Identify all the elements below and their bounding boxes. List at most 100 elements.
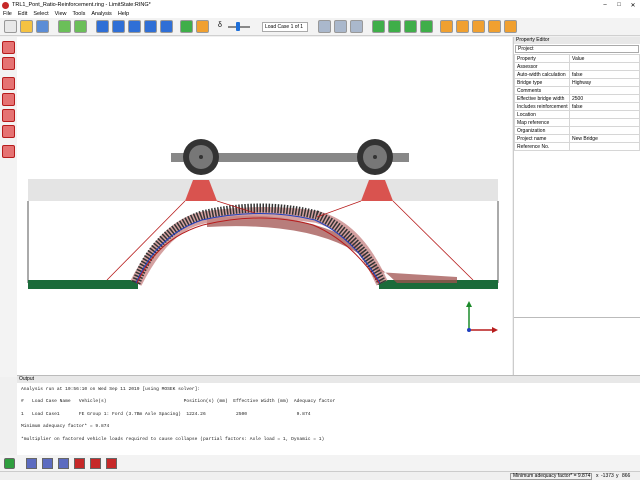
x-axis-arrow <box>492 327 498 333</box>
undo-icon[interactable] <box>58 20 71 33</box>
menu-tools[interactable]: Tools <box>69 11 88 17</box>
add-vehicle-icon[interactable] <box>440 20 453 33</box>
window-title: TRL1_Pont_Ratio-Reinforcement.ring - Lim… <box>12 2 151 8</box>
rotate-icon[interactable] <box>128 20 141 33</box>
property-row[interactable]: Comments <box>514 86 640 95</box>
new-icon[interactable] <box>4 20 17 33</box>
run-icon[interactable] <box>180 20 193 33</box>
pan-icon[interactable] <box>144 20 157 33</box>
zoom-slider[interactable] <box>228 22 250 31</box>
property-key: Auto-width calculation <box>514 70 570 79</box>
zoom-in-icon[interactable] <box>318 20 331 33</box>
property-value[interactable] <box>569 86 640 95</box>
property-row[interactable]: Location <box>514 110 640 119</box>
output-panel: Output Analysis run at 10:56:10 on Wed S… <box>17 375 640 455</box>
property-key: Reference No. <box>514 142 570 151</box>
property-value[interactable] <box>569 126 640 135</box>
output-line: # Load Case Name Vehicle(s) Position(s) … <box>21 399 336 405</box>
arch-tool-icon[interactable] <box>2 41 15 54</box>
property-key: Location <box>514 110 570 119</box>
save-icon[interactable] <box>36 20 49 33</box>
property-value[interactable] <box>569 62 640 71</box>
property-key: Effective bridge width <box>514 94 570 103</box>
menu-edit[interactable]: Edit <box>15 11 30 17</box>
y-axis-arrow <box>466 301 472 307</box>
drawing-canvas[interactable] <box>17 37 512 375</box>
output-title: Output <box>17 376 640 383</box>
add-span-icon[interactable] <box>372 20 385 33</box>
vehicle-path-icon[interactable] <box>456 20 469 33</box>
select-icon[interactable] <box>96 20 109 33</box>
menu-analysis[interactable]: Analysis <box>88 11 114 17</box>
property-value[interactable]: New Bridge <box>569 134 640 143</box>
redo-icon[interactable] <box>74 20 87 33</box>
help-icon[interactable] <box>504 20 517 33</box>
property-value[interactable] <box>569 142 640 151</box>
property-row[interactable]: Project name New Bridge <box>514 134 640 143</box>
property-row[interactable]: Assessor <box>514 62 640 71</box>
surfacing-tool-icon[interactable] <box>2 93 15 106</box>
property-object-select[interactable]: Project <box>515 45 639 53</box>
add-load-icon[interactable] <box>420 20 433 33</box>
surfacing-layer <box>28 179 498 201</box>
adequacy-status: Minimum adequacy factor* = 9.874 <box>510 473 592 480</box>
add-fill-icon[interactable] <box>404 20 417 33</box>
section-view-icon[interactable] <box>74 458 85 469</box>
minimize-button[interactable]: – <box>598 2 612 9</box>
property-panel-divider[interactable] <box>514 317 640 318</box>
property-value[interactable] <box>569 110 640 119</box>
zoom-icon[interactable] <box>160 20 173 33</box>
iso-view-icon[interactable] <box>90 458 101 469</box>
property-row[interactable]: Map reference <box>514 118 640 127</box>
pointer-icon[interactable] <box>112 20 125 33</box>
3d-view-icon[interactable] <box>4 458 15 469</box>
property-value[interactable]: false <box>569 70 640 79</box>
property-key: Includes reinforcement <box>514 102 570 111</box>
load-tool-icon[interactable] <box>2 145 15 158</box>
menu-view[interactable]: View <box>52 11 70 17</box>
stop-icon[interactable] <box>196 20 209 33</box>
open-icon[interactable] <box>20 20 33 33</box>
property-value[interactable] <box>569 118 640 127</box>
plan-view-icon[interactable] <box>106 458 117 469</box>
report-icon[interactable] <box>488 20 501 33</box>
menu-file[interactable]: File <box>0 11 15 17</box>
abutment-tool-icon[interactable] <box>2 125 15 138</box>
close-button[interactable]: ✕ <box>626 2 640 9</box>
backing-tool-icon[interactable] <box>2 57 15 70</box>
property-row[interactable]: Effective bridge width 2500 <box>514 94 640 103</box>
property-header-row: Property Value <box>514 54 640 63</box>
property-row[interactable]: Bridge type Highway <box>514 78 640 87</box>
add-pier-icon[interactable] <box>388 20 401 33</box>
property-value[interactable]: 2500 <box>569 94 640 103</box>
zoom-out-icon[interactable] <box>334 20 347 33</box>
property-row[interactable]: Organization <box>514 126 640 135</box>
menu-help[interactable]: Help <box>115 11 132 17</box>
property-value[interactable]: Highway <box>569 78 640 87</box>
property-row[interactable]: Includes reinforcement false <box>514 102 640 111</box>
property-row[interactable]: Reference No. <box>514 142 640 151</box>
property-editor-title: Property Editor <box>514 37 640 44</box>
property-key: Project name <box>514 134 570 143</box>
left-ground <box>28 280 138 289</box>
zoom-slider-knob[interactable] <box>236 22 240 31</box>
load-case-select[interactable]: Load Case 1 of 1 <box>262 22 308 32</box>
bridge-model-svg <box>27 139 499 333</box>
property-row[interactable]: Auto-width calculation false <box>514 70 640 79</box>
property-key: Assessor <box>514 62 570 71</box>
properties-icon[interactable] <box>472 20 485 33</box>
property-value[interactable]: false <box>569 102 640 111</box>
side-view-icon[interactable] <box>42 458 53 469</box>
right-load-spread-outer <box>392 200 474 281</box>
app-icon <box>2 1 9 9</box>
output-line: Analysis run at 10:56:10 on Wed Sep 11 2… <box>21 387 201 392</box>
property-key: Map reference <box>514 118 570 127</box>
pier-tool-icon[interactable] <box>2 109 15 122</box>
fill-tool-icon[interactable] <box>2 77 15 90</box>
zoom-fit-icon[interactable] <box>350 20 363 33</box>
front-view-icon[interactable] <box>26 458 37 469</box>
cursor-y-label: y <box>616 473 619 479</box>
maximize-button[interactable]: □ <box>612 2 626 9</box>
menu-select[interactable]: Select <box>30 11 51 17</box>
top-view-icon[interactable] <box>58 458 69 469</box>
